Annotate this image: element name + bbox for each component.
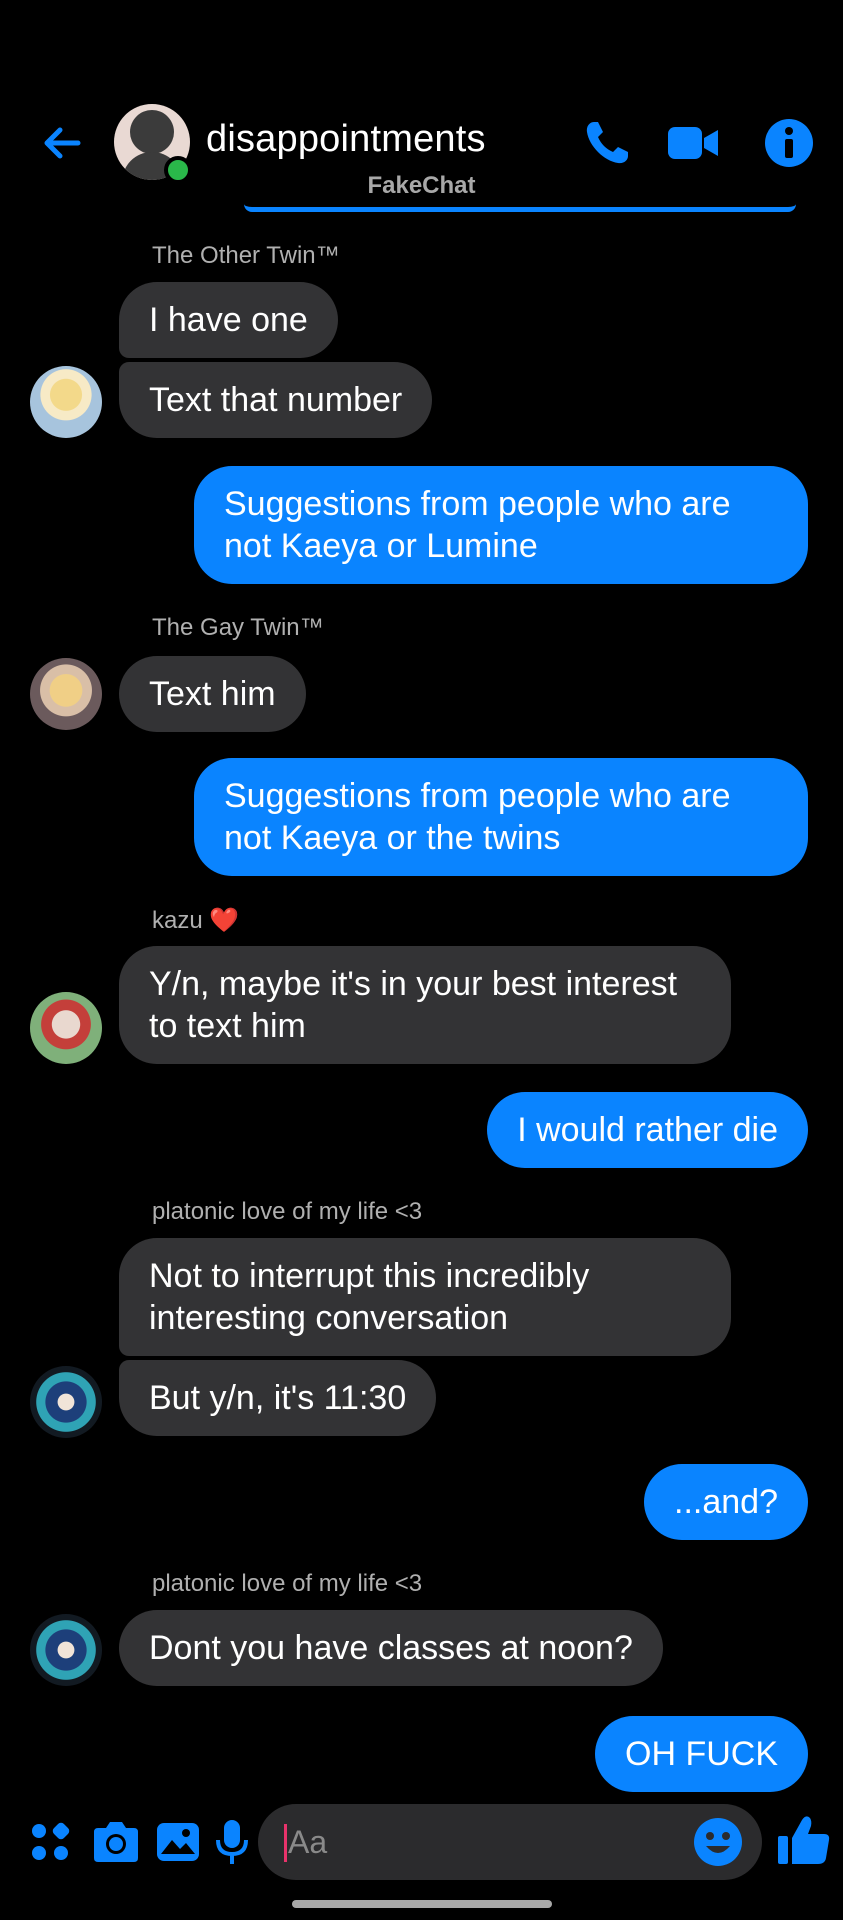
message-bubble-in[interactable]: I have one bbox=[119, 282, 338, 358]
sender-name: The Gay Twin™ bbox=[152, 614, 324, 641]
message-bubble-in[interactable]: Text that number bbox=[119, 362, 433, 438]
avatar-kazu[interactable] bbox=[30, 992, 102, 1064]
message-bubble-out[interactable]: I would rather die bbox=[487, 1092, 808, 1168]
avatar-lumine[interactable] bbox=[30, 366, 102, 438]
home-indicator[interactable] bbox=[292, 1900, 552, 1908]
sender-name: platonic love of my life <3 bbox=[152, 1570, 423, 1597]
sender-name: platonic love of my life <3 bbox=[152, 1198, 423, 1225]
message-input[interactable] bbox=[288, 1804, 668, 1880]
message-bubble-out[interactable]: Suggestions from people who are not Kaey… bbox=[194, 466, 808, 584]
avatar-platonic[interactable] bbox=[30, 1366, 102, 1438]
gallery-icon[interactable] bbox=[152, 1816, 204, 1868]
message-bubble-in[interactable]: Y/n, maybe it's in your best interest to… bbox=[119, 946, 731, 1064]
chat-title[interactable]: disappointments bbox=[206, 118, 486, 161]
thumbs-up-icon[interactable] bbox=[776, 1812, 832, 1868]
sender-name: kazu ❤️ bbox=[152, 907, 240, 934]
sender-name: The Other Twin™ bbox=[152, 242, 340, 269]
message-bubble-out[interactable]: Suggestions from people who are not Kaey… bbox=[194, 758, 808, 876]
avatar-platonic[interactable] bbox=[30, 1614, 102, 1686]
microphone-icon[interactable] bbox=[206, 1816, 258, 1868]
typing-indicator-line bbox=[244, 204, 796, 212]
info-icon[interactable] bbox=[762, 116, 816, 170]
camera-icon[interactable] bbox=[90, 1816, 142, 1868]
watermark: FakeChat bbox=[367, 172, 476, 199]
back-arrow-icon[interactable] bbox=[38, 118, 88, 168]
apps-grid-icon[interactable] bbox=[24, 1816, 76, 1868]
chat-header: disappointments FakeChat bbox=[0, 0, 843, 212]
message-bubble-in[interactable]: Text him bbox=[119, 656, 306, 732]
message-bubble-out[interactable]: OH FUCK bbox=[595, 1716, 808, 1792]
message-bubble-in[interactable]: Dont you have classes at noon? bbox=[119, 1610, 663, 1686]
message-input-box[interactable] bbox=[258, 1804, 762, 1880]
message-bubble-in[interactable]: Not to interrupt this incredibly interes… bbox=[119, 1238, 731, 1356]
message-bubble-in[interactable]: But y/n, it's 11:30 bbox=[119, 1360, 437, 1436]
phone-icon[interactable] bbox=[580, 116, 634, 170]
emoji-icon[interactable] bbox=[692, 1816, 744, 1868]
message-bubble-out[interactable]: ...and? bbox=[644, 1464, 808, 1540]
avatar-aether[interactable] bbox=[30, 658, 102, 730]
video-camera-icon[interactable] bbox=[666, 116, 720, 170]
text-caret bbox=[284, 1824, 287, 1862]
